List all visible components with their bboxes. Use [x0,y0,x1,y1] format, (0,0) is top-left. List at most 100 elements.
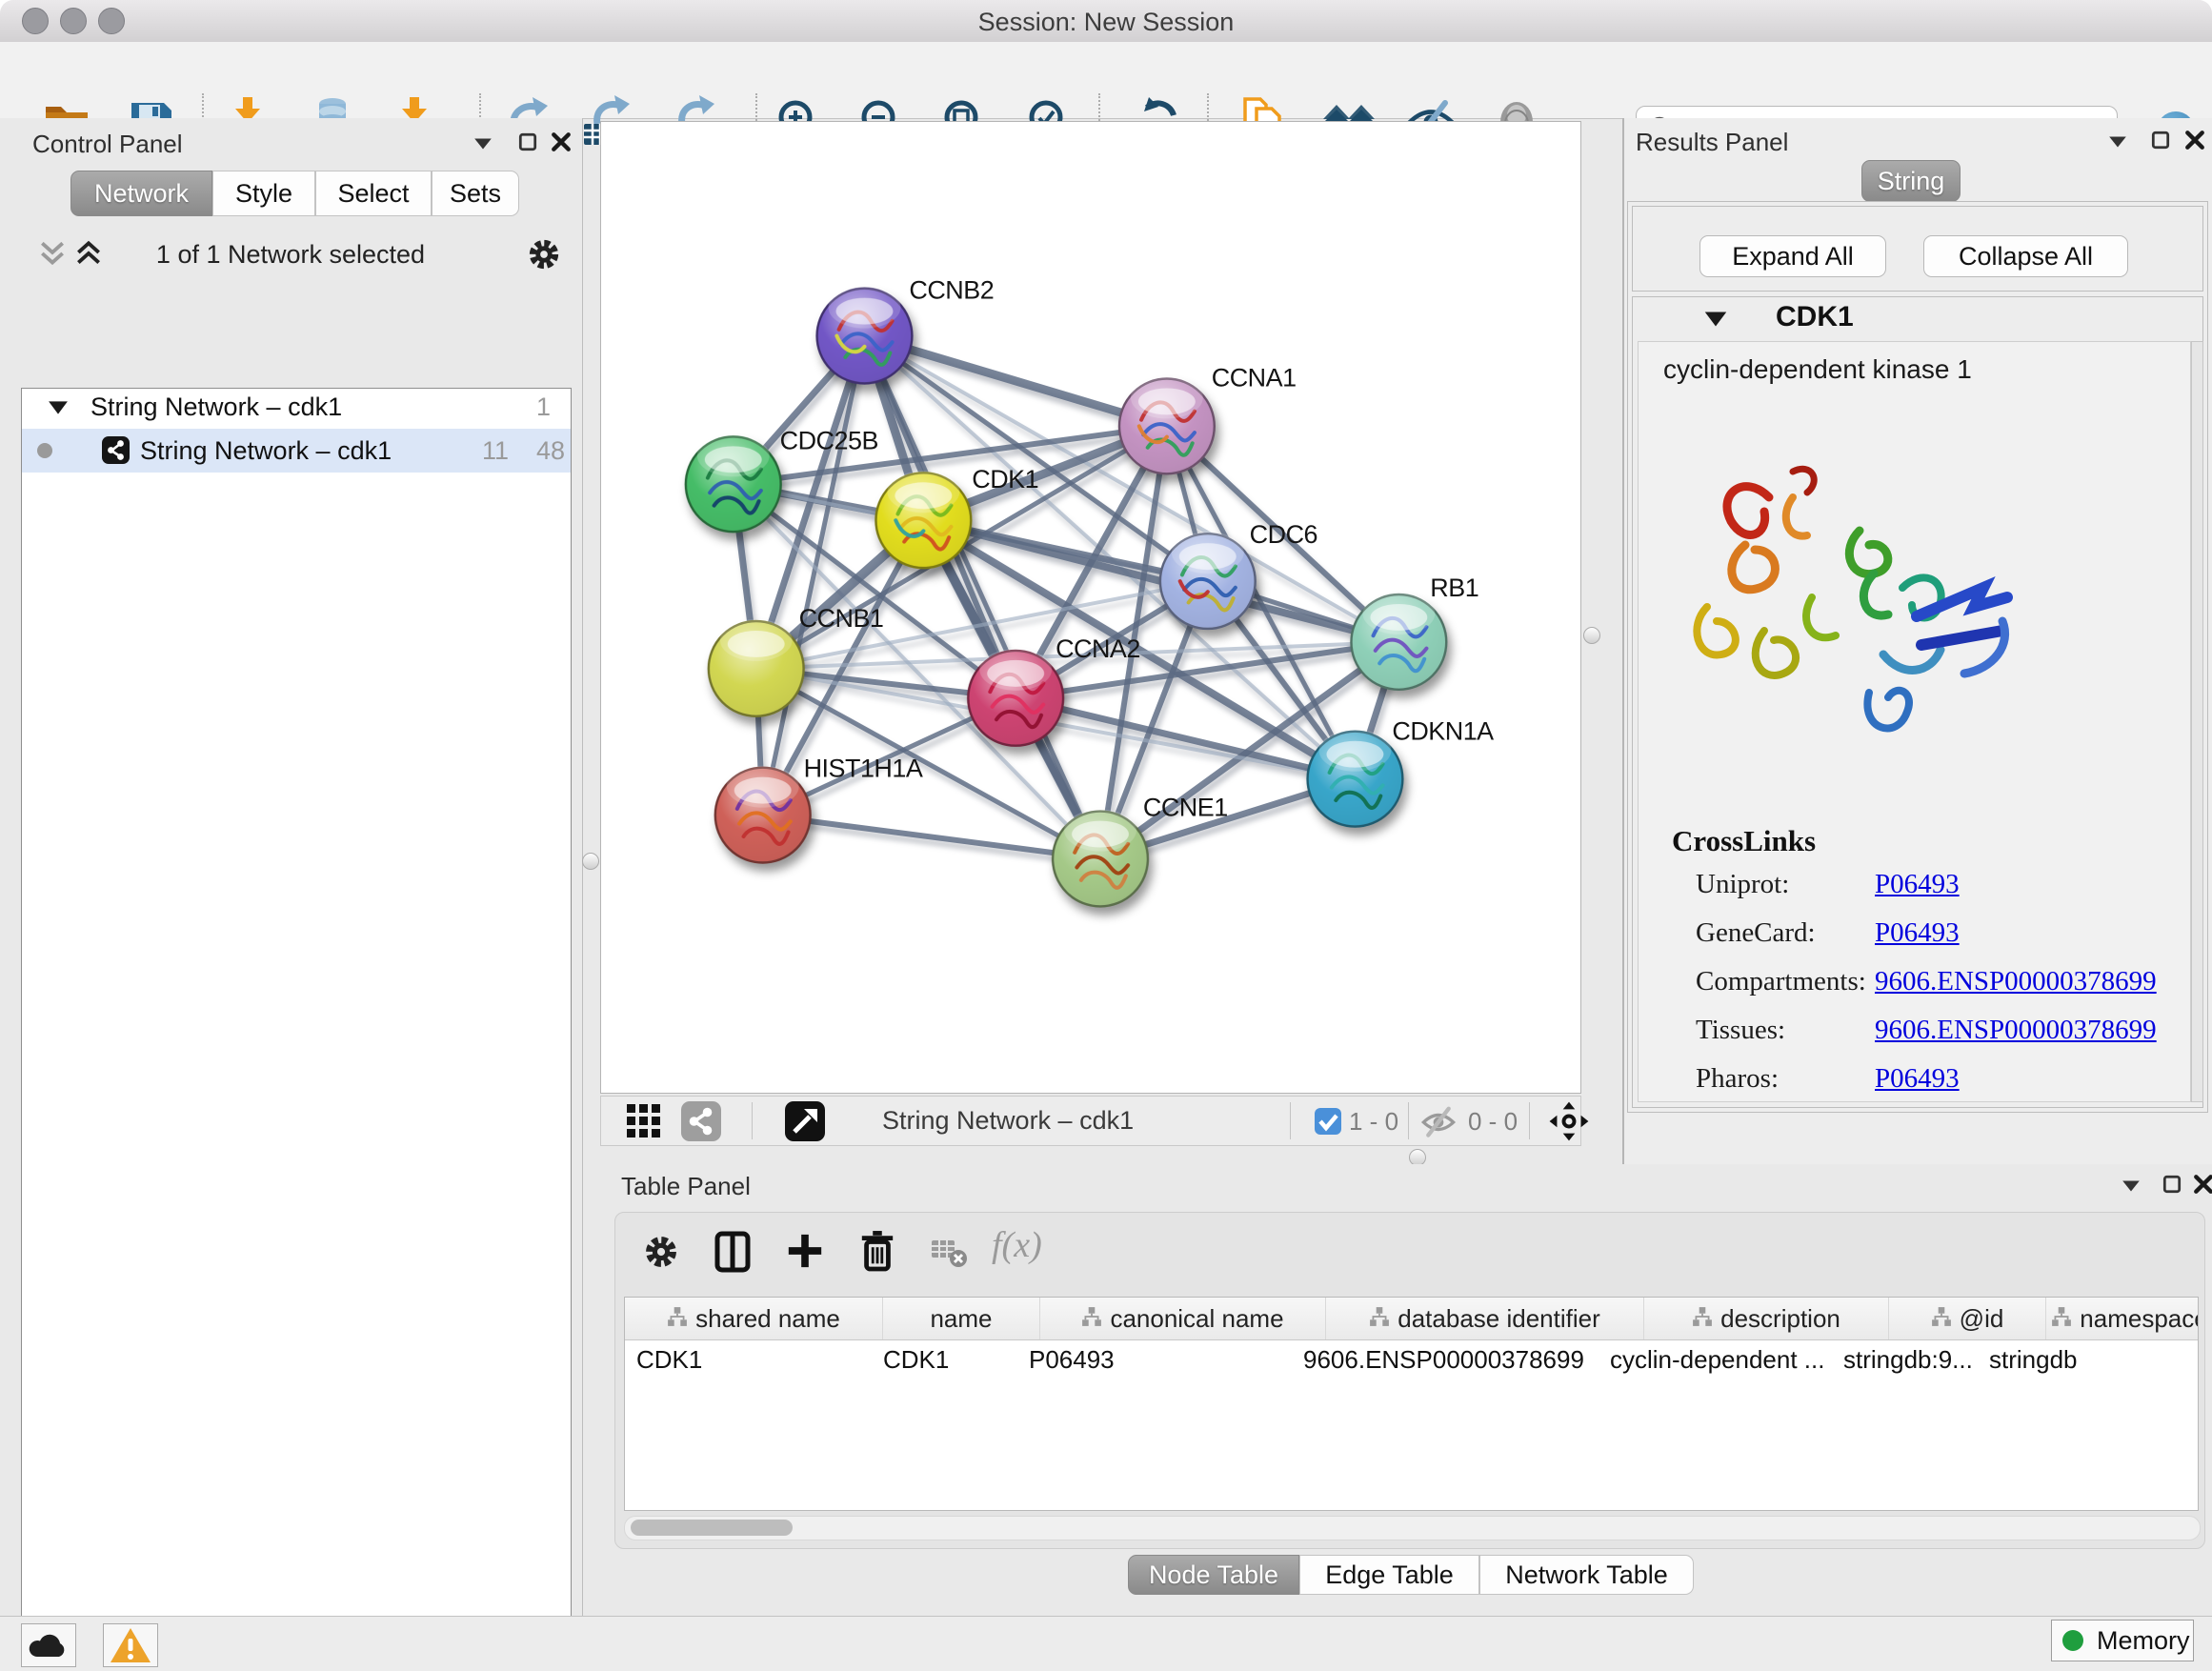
collapse-all-networks-icon[interactable] [36,238,69,269]
network-edge[interactable] [763,336,865,815]
column-label: shared name [695,1304,840,1334]
network-share-view-icon[interactable] [681,1101,721,1141]
network-node-CCNB1[interactable] [709,619,804,716]
hidden-count: 0 - 0 [1468,1107,1518,1137]
toolbar-separator [1408,1102,1409,1139]
column-header-namespace[interactable]: namespace [2046,1298,2198,1339]
left-splitter-handle[interactable] [582,853,599,870]
tab-string[interactable]: String [1861,160,1961,202]
table-settings-gear-icon[interactable] [642,1233,680,1271]
network-edge[interactable] [763,815,1100,859]
memory-status-dot [2062,1630,2083,1651]
column-header-canonical-name[interactable]: canonical name [1040,1298,1326,1339]
center-view-crosshair-icon[interactable] [1548,1100,1590,1142]
table-cell[interactable]: stringdb:9... [1832,1340,1978,1379]
memory-label: Memory [2097,1626,2190,1656]
grid-view-icon[interactable] [627,1104,661,1138]
crosslink-link[interactable]: P06493 [1875,869,1960,899]
node-label-CCNA1: CCNA1 [1212,363,1297,392]
warnings-button[interactable] [103,1623,158,1667]
right-splitter-handle[interactable] [1583,627,1600,644]
cloud-status-button[interactable] [21,1623,76,1667]
network-node-RB1[interactable] [1351,593,1446,690]
close-panel-icon[interactable] [2193,1174,2212,1195]
network-canvas[interactable]: CCNB2CCNA1CDC25BCDK1CDC6RB1CCNB1CCNA2CDK… [600,121,1581,1094]
tab-sets[interactable]: Sets [432,171,519,216]
table-cell[interactable]: P06493 [1017,1340,1292,1379]
node-label-CDK1: CDK1 [972,465,1038,493]
crosslink-row: Tissues:9606.ENSP00000378699 [1696,1015,2172,1063]
network-node-CDK1[interactable] [875,471,971,568]
network-node-CCNB2[interactable] [817,287,913,384]
memory-button[interactable]: Memory [2051,1620,2194,1661]
column-header-name[interactable]: name [883,1298,1040,1339]
protein-description: cyclin-dependent kinase 1 [1663,354,1972,385]
network-node-CCNA2[interactable] [968,649,1063,746]
tab-network-table[interactable]: Network Table [1479,1555,1694,1595]
close-panel-icon[interactable] [2184,130,2205,151]
panel-menu-icon[interactable] [2121,1176,2142,1197]
scrollbar-thumb[interactable] [631,1520,793,1536]
selected-checkbox[interactable] [1315,1108,1341,1135]
crosslink-link[interactable]: P06493 [1875,917,1960,948]
expand-all-button[interactable]: Expand All [1699,235,1886,277]
tab-node-table[interactable]: Node Table [1128,1555,1299,1595]
table-cell[interactable]: 9606.ENSP00000378699 [1292,1340,1599,1379]
column-label: name [930,1304,992,1334]
column-header-description[interactable]: description [1644,1298,1889,1339]
column-label: canonical name [1110,1304,1283,1334]
delete-table-icon [931,1235,969,1269]
network-node-CDC6[interactable] [1160,532,1256,629]
shared-column-icon [1081,1304,1102,1334]
table-row[interactable]: CDK1CDK1P064939606.ENSP00000378699cyclin… [625,1340,2198,1379]
float-panel-icon[interactable] [2162,1174,2182,1195]
create-column-icon[interactable] [785,1231,825,1271]
network-options-gear-icon[interactable] [526,236,562,272]
collapse-all-button[interactable]: Collapse All [1923,235,2128,277]
column-header-shared-name[interactable]: shared name [625,1298,883,1339]
float-panel-icon[interactable] [2150,130,2171,151]
close-panel-icon[interactable] [551,131,572,152]
network-node-CCNE1[interactable] [1053,810,1148,907]
table-header-row: shared name name canonical name database id… [625,1298,2198,1340]
expand-all-networks-icon[interactable] [72,238,105,269]
crosslink-link[interactable]: P06493 [1875,1063,1960,1094]
crosslink-link[interactable]: 9606.ENSP00000378699 [1875,966,2157,997]
crosslink-label: Tissues: [1696,1015,1875,1046]
table-cell[interactable]: CDK1 [872,1340,1017,1379]
show-columns-icon[interactable] [713,1231,753,1273]
table-cell[interactable]: CDK1 [625,1340,872,1379]
collapse-protein-icon[interactable] [1703,310,1728,329]
network-collection-row[interactable]: String Network – cdk1 1 [22,389,571,429]
results-panel-title: Results Panel [1636,128,1788,157]
network-view-title: String Network – cdk1 [882,1106,1134,1136]
table-horizontal-scrollbar[interactable] [624,1516,2201,1540]
tree-expand-icon[interactable] [48,399,69,416]
crosslink-label: GeneCard: [1696,917,1875,949]
shared-column-icon [2051,1304,2072,1334]
shared-column-icon [667,1304,688,1334]
node-label-CCNB1: CCNB1 [799,604,884,633]
column-label: database identifier [1398,1304,1599,1334]
column-header--id[interactable]: @id [1889,1298,2046,1339]
panel-menu-icon[interactable] [2107,131,2128,152]
tab-edge-table[interactable]: Edge Table [1299,1555,1479,1595]
tab-select[interactable]: Select [315,171,432,216]
crosslink-link[interactable]: 9606.ENSP00000378699 [1875,1015,2157,1045]
network-row-selected[interactable]: String Network – cdk1 11 48 [22,429,571,473]
float-panel-icon[interactable] [517,131,538,152]
network-node-CDKN1A[interactable] [1308,730,1403,827]
panel-menu-icon[interactable] [473,133,493,154]
network-node-HIST1H1A[interactable] [715,766,811,863]
table-cell[interactable]: cyclin-dependent ... [1599,1340,1832,1379]
crosslink-row: Compartments:9606.ENSP00000378699 [1696,966,2172,1015]
delete-column-icon[interactable] [858,1229,896,1273]
tab-network[interactable]: Network [70,171,212,216]
table-cell[interactable]: stringdb [1978,1340,2134,1379]
birdseye-view-icon[interactable] [785,1101,825,1141]
tab-style[interactable]: Style [212,171,315,216]
column-header-database-identifier[interactable]: database identifier [1326,1298,1644,1339]
network-node-CCNA1[interactable] [1119,376,1215,473]
network-node-CDC25B[interactable] [686,434,781,532]
results-scrollbar[interactable] [2191,341,2203,1102]
